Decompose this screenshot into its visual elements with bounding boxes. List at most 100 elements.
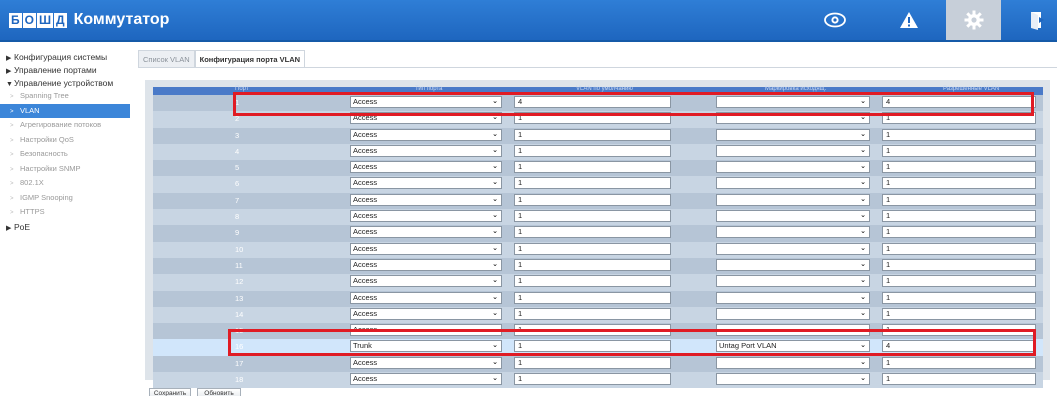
- default-vlan-input[interactable]: 1: [514, 340, 671, 353]
- egress-tagging-select[interactable]: ⌄: [716, 112, 870, 125]
- table-row[interactable]: 14 Access ⌄ 1 ⌄ 1: [153, 306, 1043, 324]
- allowed-vlan-input[interactable]: 1: [882, 291, 1036, 304]
- egress-tagging-select[interactable]: ⌄: [716, 193, 870, 206]
- allowed-vlan-input[interactable]: 1: [882, 307, 1036, 320]
- allowed-vlan-input[interactable]: 1: [882, 128, 1036, 141]
- default-vlan-input[interactable]: 1: [514, 193, 671, 206]
- port-type-select[interactable]: Access ⌄: [350, 226, 502, 239]
- sidebar-item-vlan[interactable]: > VLAN: [0, 103, 130, 118]
- sidebar-item-qos[interactable]: > Настройки QoS: [0, 133, 130, 148]
- default-vlan-input[interactable]: 1: [514, 291, 671, 304]
- table-row[interactable]: 4 Access ⌄ 1 ⌄ 1: [153, 143, 1043, 161]
- default-vlan-input[interactable]: 1: [514, 226, 671, 239]
- port-type-select[interactable]: Access ⌄: [350, 193, 502, 206]
- egress-tagging-select[interactable]: ⌄: [716, 144, 870, 157]
- egress-tagging-select[interactable]: ⌄: [716, 291, 870, 304]
- default-vlan-input[interactable]: 4: [514, 96, 671, 108]
- port-type-select[interactable]: Access ⌄: [350, 96, 502, 108]
- egress-tagging-select[interactable]: ⌄: [716, 275, 870, 288]
- allowed-vlan-input[interactable]: 1: [882, 161, 1036, 174]
- egress-tagging-select[interactable]: ⌄: [716, 356, 870, 369]
- allowed-vlan-input[interactable]: 1: [882, 177, 1036, 190]
- port-type-select[interactable]: Access ⌄: [350, 291, 502, 304]
- egress-tagging-select[interactable]: ⌄: [716, 258, 870, 271]
- table-row[interactable]: 7 Access ⌄ 1 ⌄ 1: [153, 192, 1043, 210]
- allowed-vlan-input[interactable]: 1: [882, 356, 1036, 369]
- default-vlan-input[interactable]: 1: [514, 210, 671, 223]
- tab-vlan-list[interactable]: Список VLAN: [138, 50, 195, 67]
- table-row[interactable]: 17 Access ⌄ 1 ⌄ 1: [153, 355, 1043, 373]
- table-row[interactable]: 9 Access ⌄ 1 ⌄ 1: [153, 225, 1043, 242]
- table-row[interactable]: 18 Access ⌄ 1 ⌄ 1: [153, 372, 1043, 389]
- port-type-select[interactable]: Access ⌄: [350, 161, 502, 174]
- table-row[interactable]: 10 Access ⌄ 1 ⌄ 1: [153, 241, 1043, 258]
- port-type-select[interactable]: Access ⌄: [350, 307, 502, 320]
- refresh-button[interactable]: Обновить: [197, 388, 241, 396]
- allowed-vlan-input[interactable]: 1: [882, 258, 1036, 271]
- allowed-vlan-input[interactable]: 1: [882, 112, 1036, 125]
- port-type-select[interactable]: Access ⌄: [350, 177, 502, 190]
- port-type-select[interactable]: Access ⌄: [350, 242, 502, 255]
- sidebar-section-ports[interactable]: ▶ Управление портами: [0, 63, 130, 76]
- default-vlan-input[interactable]: 1: [514, 373, 671, 386]
- port-type-select[interactable]: Access ⌄: [350, 356, 502, 369]
- default-vlan-input[interactable]: 1: [514, 307, 671, 320]
- table-row[interactable]: 8 Access ⌄ 1 ⌄ 1: [153, 209, 1043, 226]
- table-row[interactable]: 6 Access ⌄ 1 ⌄ 1: [153, 176, 1043, 193]
- sidebar-item-igmp[interactable]: > IGMP Snooping: [0, 191, 130, 206]
- port-type-select[interactable]: Access ⌄: [350, 210, 502, 223]
- table-row[interactable]: 16 Trunk ⌄ 1 Untag Port VLAN ⌄ 4: [153, 339, 1043, 356]
- table-row[interactable]: 1 Access ⌄ 4 ⌄ 4: [153, 95, 1043, 112]
- sidebar-item-security[interactable]: > Безопасность: [0, 147, 130, 162]
- allowed-vlan-input[interactable]: 1: [882, 144, 1036, 157]
- egress-tagging-select[interactable]: ⌄: [716, 210, 870, 223]
- allowed-vlan-input[interactable]: 1: [882, 242, 1036, 255]
- table-row[interactable]: 12 Access ⌄ 1 ⌄ 1: [153, 274, 1043, 291]
- egress-tagging-select[interactable]: ⌄: [716, 226, 870, 239]
- default-vlan-input[interactable]: 1: [514, 144, 671, 157]
- table-row[interactable]: 2 Access ⌄ 1 ⌄ 1: [153, 111, 1043, 128]
- sidebar-section-device[interactable]: ▼Управление устройством: [0, 76, 130, 89]
- table-row[interactable]: 15 Access ⌄ 1 ⌄ 1: [153, 323, 1043, 340]
- sidebar-section-system[interactable]: ▶ Конфигурация системы: [0, 50, 130, 63]
- port-type-select[interactable]: Access ⌄: [350, 112, 502, 125]
- default-vlan-input[interactable]: 1: [514, 324, 671, 337]
- sidebar-item-spanning-tree[interactable]: > Spanning Tree: [0, 89, 130, 104]
- port-type-select[interactable]: Trunk ⌄: [350, 340, 502, 353]
- default-vlan-input[interactable]: 1: [514, 242, 671, 255]
- allowed-vlan-input[interactable]: 1: [882, 373, 1036, 386]
- egress-tagging-select[interactable]: ⌄: [716, 307, 870, 320]
- egress-tagging-select[interactable]: ⌄: [716, 373, 870, 386]
- warning-icon[interactable]: [896, 0, 922, 40]
- default-vlan-input[interactable]: 1: [514, 161, 671, 174]
- sidebar-section-poe[interactable]: ▶ PoE: [0, 220, 130, 233]
- default-vlan-input[interactable]: 1: [514, 356, 671, 369]
- table-row[interactable]: 13 Access ⌄ 1 ⌄ 1: [153, 290, 1043, 307]
- egress-tagging-select[interactable]: ⌄: [716, 324, 870, 337]
- egress-tagging-select[interactable]: ⌄: [716, 96, 870, 108]
- save-button[interactable]: Сохранить: [149, 388, 191, 396]
- port-type-select[interactable]: Access ⌄: [350, 128, 502, 141]
- table-row[interactable]: 5 Access ⌄ 1 ⌄ 1: [153, 160, 1043, 177]
- allowed-vlan-input[interactable]: 1: [882, 226, 1036, 239]
- allowed-vlan-input[interactable]: 1: [882, 193, 1036, 206]
- allowed-vlan-input[interactable]: 1: [882, 210, 1036, 223]
- egress-tagging-select[interactable]: ⌄: [716, 128, 870, 141]
- allowed-vlan-input[interactable]: 4: [882, 340, 1036, 353]
- port-type-select[interactable]: Access ⌄: [350, 275, 502, 288]
- default-vlan-input[interactable]: 1: [514, 258, 671, 271]
- table-row[interactable]: 3 Access ⌄ 1 ⌄ 1: [153, 127, 1043, 144]
- default-vlan-input[interactable]: 1: [514, 128, 671, 141]
- sidebar-item-8021x[interactable]: >802.1X: [0, 176, 130, 191]
- allowed-vlan-input[interactable]: 4: [882, 96, 1036, 108]
- egress-tagging-select[interactable]: ⌄: [716, 242, 870, 255]
- egress-tagging-select[interactable]: ⌄: [716, 161, 870, 174]
- default-vlan-input[interactable]: 1: [514, 275, 671, 288]
- default-vlan-input[interactable]: 1: [514, 177, 671, 190]
- port-type-select[interactable]: Access ⌄: [350, 258, 502, 271]
- table-row[interactable]: 11 Access ⌄ 1 ⌄ 1: [153, 257, 1043, 275]
- port-type-select[interactable]: Access ⌄: [350, 144, 502, 157]
- sidebar-item-snmp[interactable]: > Настройки SNMP: [0, 162, 130, 177]
- allowed-vlan-input[interactable]: 1: [882, 275, 1036, 288]
- sidebar-item-https[interactable]: > HTTPS: [0, 205, 130, 220]
